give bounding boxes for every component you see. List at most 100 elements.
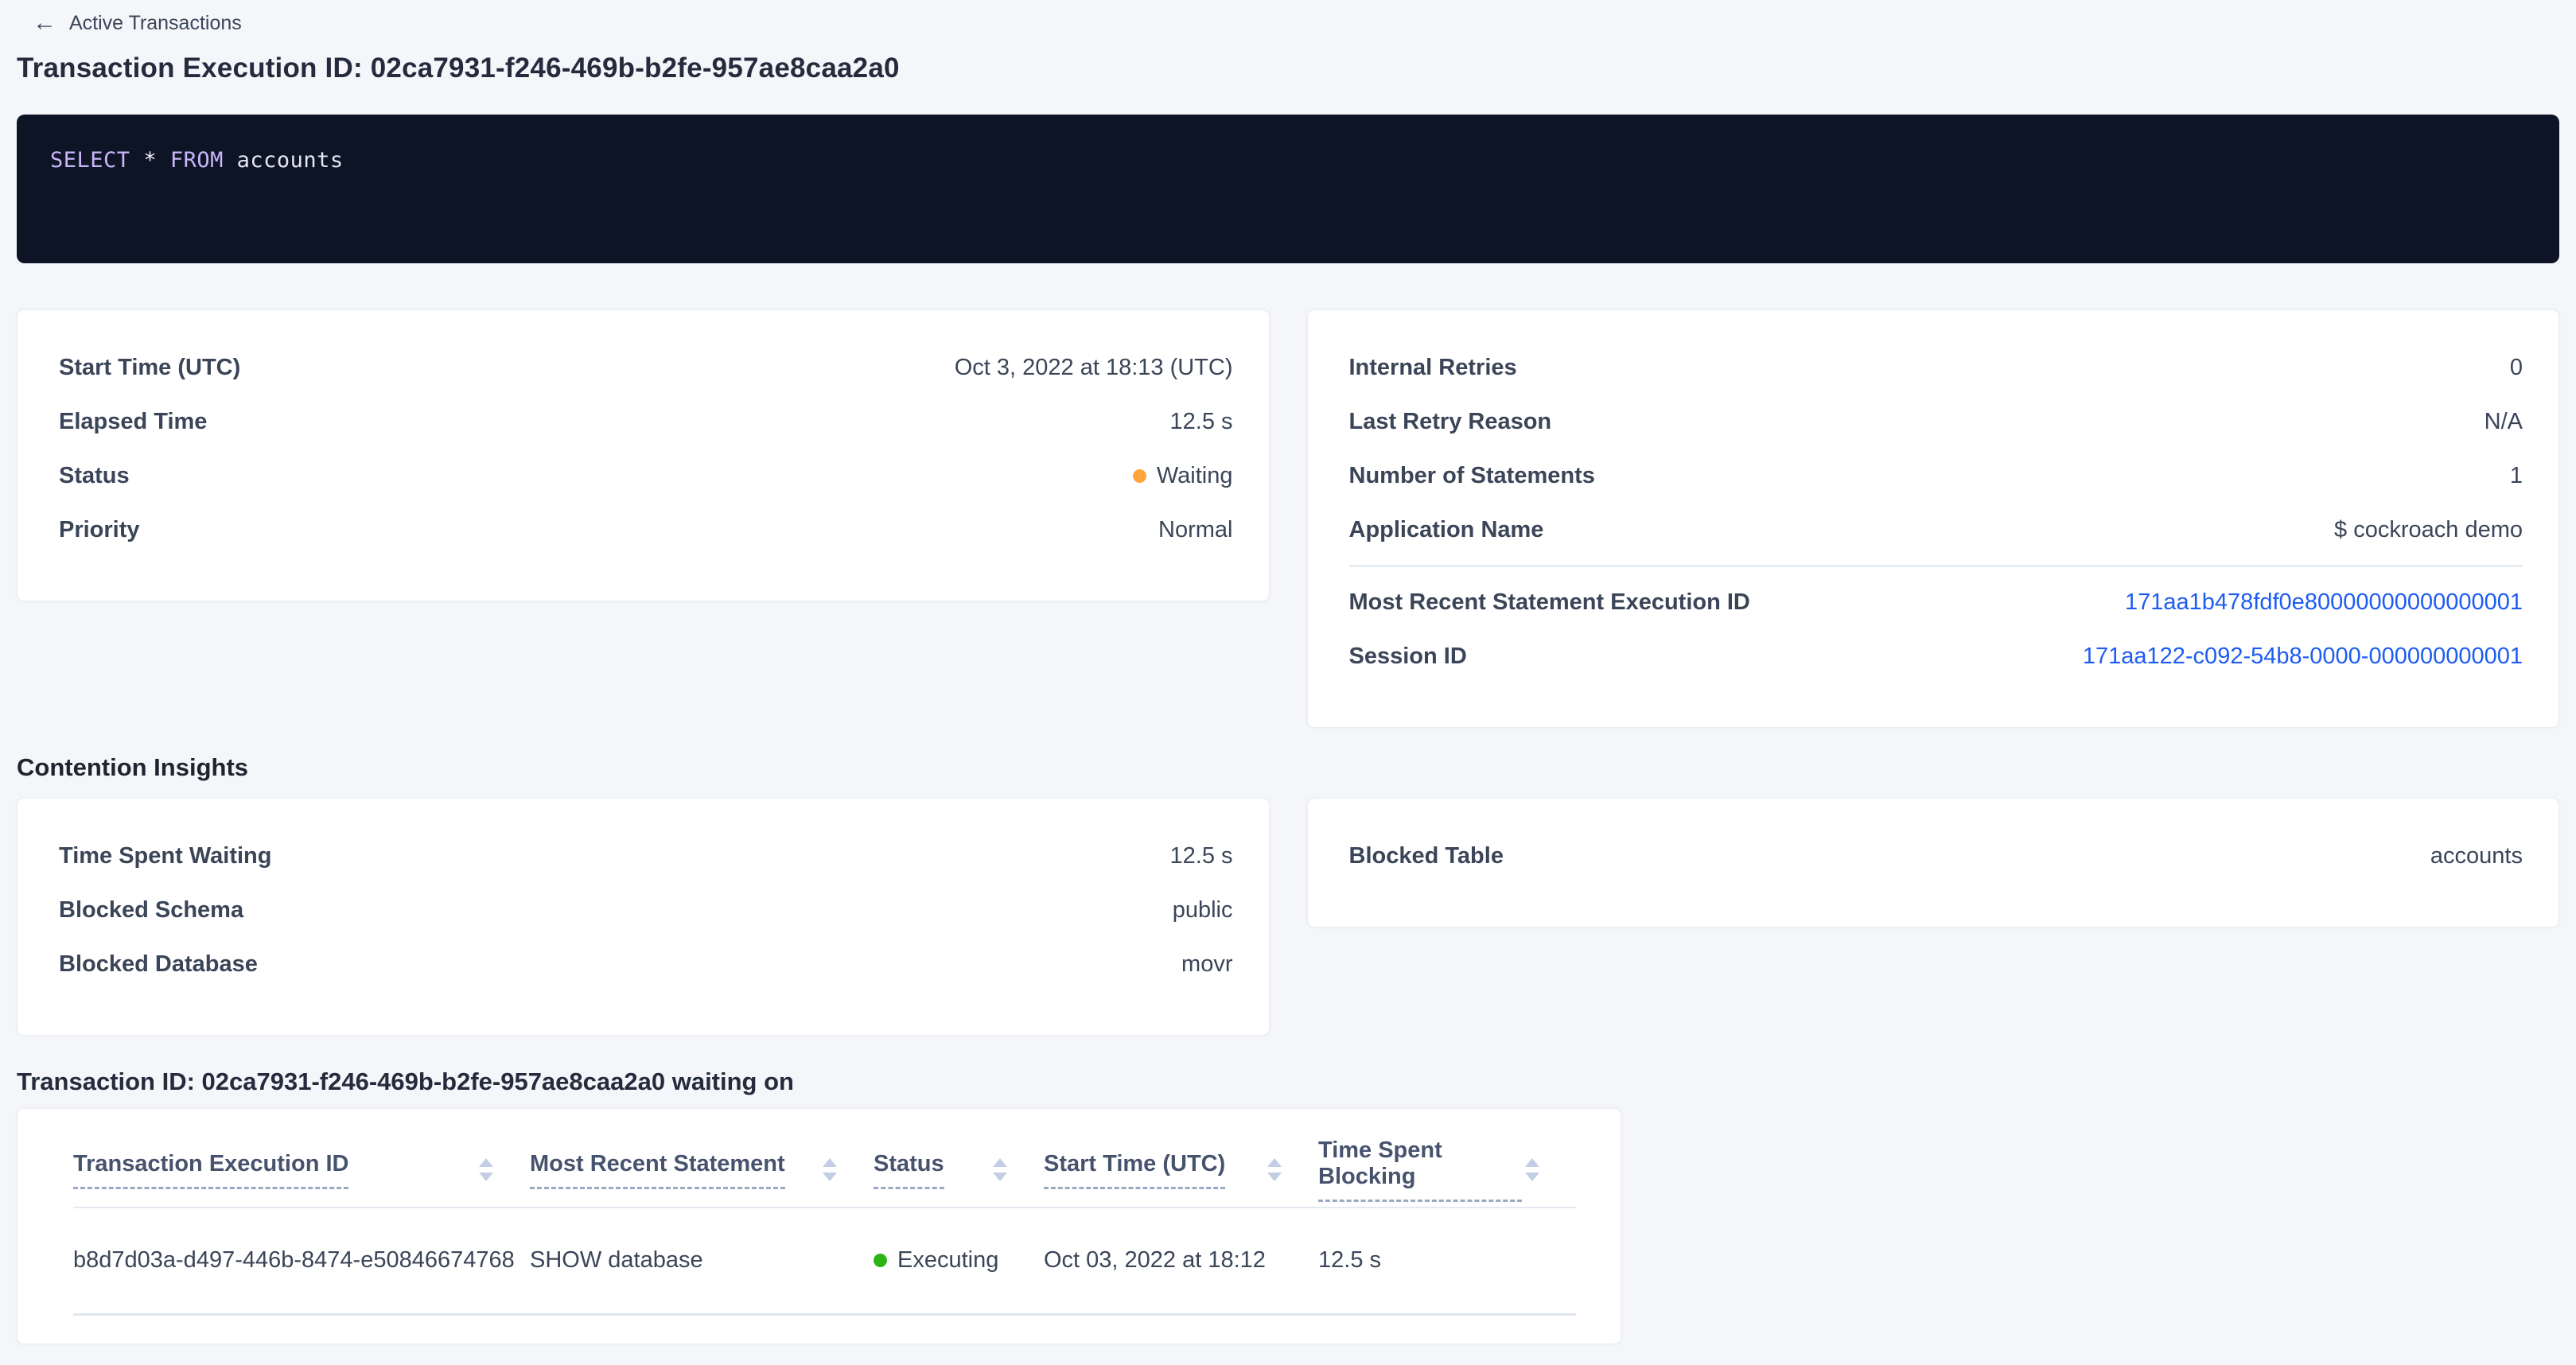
internal-retries-row: Internal Retries 0 [1349, 340, 2523, 395]
status-executing-dot-icon [874, 1254, 887, 1267]
statement-execution-id-link[interactable]: 171aa1b478fdf0e80000000000000001 [2125, 589, 2523, 616]
sql-statement-box: SELECT * FROM accounts [17, 115, 2559, 263]
sort-icon[interactable] [819, 1155, 840, 1184]
summary-cards-row: Start Time (UTC) Oct 3, 2022 at 18:13 (U… [17, 309, 2559, 728]
sql-operator: * [143, 148, 157, 173]
statement-details-card-inner: Internal Retries 0 Last Retry Reason N/A… [1308, 310, 2559, 727]
back-link[interactable]: ← Active Transactions [33, 11, 242, 35]
sort-down-icon [823, 1172, 837, 1181]
priority-value: Normal [1158, 517, 1232, 543]
sql-identifier: accounts [237, 148, 344, 173]
session-id-link[interactable]: 171aa122-c092-54b8-0000-000000000001 [2083, 644, 2523, 670]
elapsed-time-row: Elapsed Time 12.5 s [59, 395, 1233, 449]
time-spent-waiting-value: 12.5 s [1170, 843, 1233, 869]
column-header-label: Status [874, 1151, 944, 1189]
start-time-label: Start Time (UTC) [59, 355, 240, 381]
cell-transaction-execution-id: b8d7d03a-d497-446b-8474-e50846674768 [73, 1208, 530, 1314]
number-of-statements-label: Number of Statements [1349, 463, 1595, 489]
column-header-transaction-execution-id[interactable]: Transaction Execution ID [73, 1133, 530, 1208]
back-link-label: Active Transactions [69, 12, 242, 35]
status-row: Status Waiting [59, 449, 1233, 503]
statement-details-card: Internal Retries 0 Last Retry Reason N/A… [1307, 309, 2560, 728]
time-spent-waiting-label: Time Spent Waiting [59, 843, 271, 869]
cell-time-spent-blocking: 12.5 s [1318, 1208, 1576, 1314]
blocked-database-row: Blocked Database movr [59, 937, 1233, 991]
column-header-time-spent-blocking[interactable]: Time Spent Blocking [1318, 1133, 1576, 1208]
last-retry-reason-label: Last Retry Reason [1349, 409, 1552, 435]
sort-up-icon [1267, 1158, 1282, 1167]
sort-down-icon [1267, 1172, 1282, 1181]
statement-execution-id-row: Most Recent Statement Execution ID 171aa… [1349, 575, 2523, 629]
status-value: Waiting [1133, 463, 1233, 489]
statement-execution-id-label: Most Recent Statement Execution ID [1349, 589, 1750, 616]
sort-icon[interactable] [990, 1155, 1010, 1184]
column-header-label: Start Time (UTC) [1044, 1151, 1225, 1189]
last-retry-reason-value: N/A [2485, 409, 2523, 435]
column-header-most-recent-statement[interactable]: Most Recent Statement [530, 1133, 874, 1208]
sort-icon[interactable] [1264, 1155, 1285, 1184]
blocked-table-card: Blocked Table accounts [1307, 798, 2560, 928]
cell-most-recent-statement: SHOW database [530, 1208, 874, 1314]
table-header-row: Transaction Execution ID Most Recent Sta… [73, 1133, 1576, 1208]
number-of-statements-value: 1 [2510, 463, 2523, 489]
internal-retries-value: 0 [2510, 355, 2523, 381]
contention-insights-heading: Contention Insights [17, 753, 2559, 782]
sort-up-icon [823, 1158, 837, 1167]
active-transaction-details-page: ← Active Transactions Transaction Execut… [0, 0, 2576, 1344]
contention-cards-row: Time Spent Waiting 12.5 s Blocked Schema… [17, 798, 2559, 1036]
column-header-start-time[interactable]: Start Time (UTC) [1044, 1133, 1318, 1208]
application-name-row: Application Name $ cockroach demo [1349, 503, 2523, 557]
session-id-label: Session ID [1349, 644, 1467, 670]
sql-keyword: FROM [170, 148, 224, 173]
transaction-details-card: Start Time (UTC) Oct 3, 2022 at 18:13 (U… [17, 309, 1270, 601]
blocked-table-label: Blocked Table [1349, 843, 1504, 869]
number-of-statements-row: Number of Statements 1 [1349, 449, 2523, 503]
column-header-label: Most Recent Statement [530, 1151, 785, 1189]
session-id-row: Session ID 171aa122-c092-54b8-0000-00000… [1349, 629, 2523, 683]
table-row: b8d7d03a-d497-446b-8474-e50846674768 SHO… [73, 1208, 1576, 1314]
cell-status: Executing [874, 1208, 1044, 1314]
priority-row: Priority Normal [59, 503, 1233, 557]
start-time-value: Oct 3, 2022 at 18:13 (UTC) [955, 355, 1233, 381]
cell-start-time: Oct 03, 2022 at 18:12 [1044, 1208, 1318, 1314]
application-name-value: $ cockroach demo [2334, 517, 2523, 543]
blocked-table-value: accounts [2430, 843, 2523, 869]
elapsed-time-label: Elapsed Time [59, 409, 207, 435]
contention-waiting-card: Time Spent Waiting 12.5 s Blocked Schema… [17, 798, 1270, 1036]
sql-keyword: SELECT [50, 148, 130, 173]
sort-icon[interactable] [1522, 1155, 1543, 1184]
blocked-table-card-inner: Blocked Table accounts [1308, 799, 2559, 927]
blocked-table-row: Blocked Table accounts [1349, 829, 2523, 883]
column-header-status[interactable]: Status [874, 1133, 1044, 1208]
elapsed-time-value: 12.5 s [1170, 409, 1233, 435]
back-arrow-icon: ← [33, 11, 56, 35]
status-waiting-dot-icon [1133, 469, 1146, 483]
waiting-transactions-table: Transaction Execution ID Most Recent Sta… [73, 1133, 1576, 1316]
row-status-text: Executing [897, 1247, 998, 1274]
sort-up-icon [479, 1158, 493, 1167]
column-header-label: Time Spent Blocking [1318, 1138, 1522, 1202]
status-label: Status [59, 463, 130, 489]
waiting-on-heading: Transaction ID: 02ca7931-f246-469b-b2fe-… [17, 1068, 2559, 1096]
sort-up-icon [1525, 1158, 1539, 1167]
page-title: Transaction Execution ID: 02ca7931-f246-… [17, 52, 2559, 84]
application-name-label: Application Name [1349, 517, 1544, 543]
priority-label: Priority [59, 517, 140, 543]
sort-down-icon [479, 1172, 493, 1181]
blocked-database-label: Blocked Database [59, 951, 258, 978]
internal-retries-label: Internal Retries [1349, 355, 1517, 381]
status-text: Waiting [1157, 463, 1233, 489]
contention-waiting-card-inner: Time Spent Waiting 12.5 s Blocked Schema… [18, 799, 1269, 1035]
blocked-schema-value: public [1173, 897, 1233, 924]
sort-down-icon [993, 1172, 1007, 1181]
sort-down-icon [1525, 1172, 1539, 1181]
sort-up-icon [993, 1158, 1007, 1167]
time-spent-waiting-row: Time Spent Waiting 12.5 s [59, 829, 1233, 883]
blocked-database-value: movr [1181, 951, 1232, 978]
row-status-value: Executing [874, 1247, 998, 1274]
blocked-schema-label: Blocked Schema [59, 897, 243, 924]
sort-icon[interactable] [476, 1155, 496, 1184]
transaction-details-card-inner: Start Time (UTC) Oct 3, 2022 at 18:13 (U… [18, 310, 1269, 601]
card-divider [1349, 565, 2523, 567]
blocked-schema-row: Blocked Schema public [59, 883, 1233, 937]
